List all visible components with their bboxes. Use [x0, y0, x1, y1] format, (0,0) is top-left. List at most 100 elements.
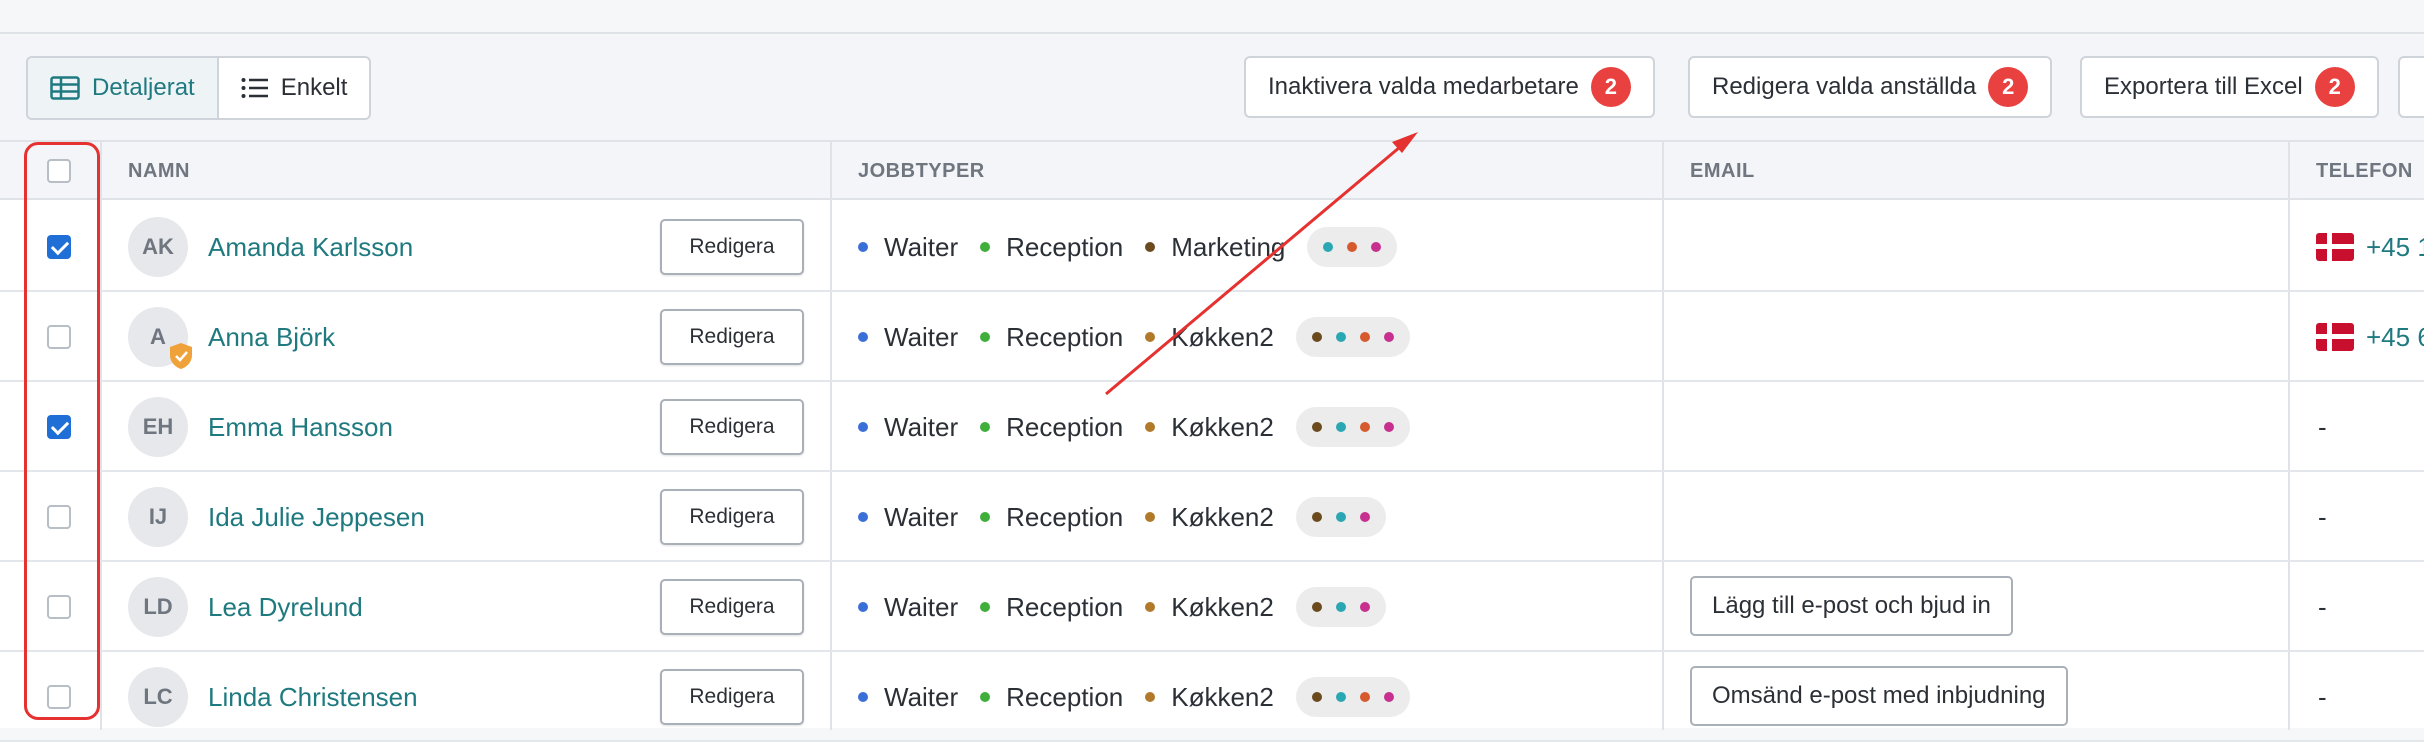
edit-employee-button[interactable]: Redigera [660, 309, 804, 365]
jobtype-dot [1335, 602, 1346, 612]
more-jobtypes-pill[interactable] [1295, 497, 1386, 537]
jobtypes-cell: Waiter Reception Marketing [858, 202, 1398, 292]
jobtypes-cell: Waiter Reception Køkken2 [858, 382, 1410, 472]
jobtype-label: Reception [1006, 591, 1124, 622]
employee-name-link[interactable]: Lea Dyrelund [208, 562, 363, 652]
employee-name-link[interactable]: Linda Christensen [208, 652, 418, 742]
jobtype-tag: Reception [980, 412, 1123, 443]
jobtype-dot [858, 332, 868, 342]
employee-table: NAMN JOBBTYPER EMAIL TELEFON AK Amanda Ka… [0, 140, 2424, 742]
jobtype-tag: Reception [980, 232, 1123, 263]
jobtype-tag: Køkken2 [1145, 592, 1274, 623]
jobtype-label: Reception [1006, 321, 1124, 352]
view-detailed-label: Detaljerat [92, 74, 195, 101]
jobtype-dot [1335, 692, 1346, 702]
avatar: AK [128, 217, 188, 277]
jobtype-dot [1145, 602, 1156, 612]
jobtype-dot [858, 242, 868, 252]
phone-empty: - [2318, 591, 2327, 622]
export-excel-label: Exportera till Excel [2104, 73, 2303, 100]
jobtype-dot [1311, 332, 1322, 342]
jobtype-label: Reception [1006, 411, 1124, 442]
phone-number: +45 6 [2366, 321, 2424, 352]
more-actions-button[interactable] [2398, 56, 2424, 118]
jobtype-dot [1359, 692, 1370, 702]
email-invite-button[interactable]: Omsänd e-post med inbjudning [1690, 666, 2068, 726]
jobtype-tag: Reception [980, 592, 1123, 623]
selected-count-badge: 2 [1590, 67, 1631, 107]
verified-shield-icon [170, 343, 192, 369]
column-header-jobtypes[interactable]: JOBBTYPER [858, 142, 985, 200]
table-row: A Anna Björk Redigera Waiter Reception Køkken… [0, 292, 2424, 382]
edit-employee-button[interactable]: Redigera [660, 579, 804, 635]
jobtype-dot [1311, 602, 1322, 612]
view-simple-button[interactable]: Enkelt [219, 58, 370, 118]
table-row: LC Linda Christensen Redigera Waiter Recepti… [0, 652, 2424, 742]
edit-selected-button[interactable]: Redigera valda anställda 2 [1688, 56, 2053, 118]
jobtype-dot [980, 692, 991, 702]
avatar: LD [128, 577, 188, 637]
edit-employee-button[interactable]: Redigera [660, 399, 804, 455]
avatar: EH [128, 397, 188, 457]
jobtype-tag: Waiter [858, 232, 958, 263]
table-row: EH Emma Hansson Redigera Waiter Reception Køk… [0, 382, 2424, 472]
jobtype-label: Køkken2 [1171, 321, 1274, 352]
jobtype-dot [858, 602, 868, 612]
jobtype-dot [980, 242, 991, 252]
avatar: LC [128, 667, 188, 727]
edit-employee-button[interactable]: Redigera [660, 219, 804, 275]
phone-link[interactable]: +45 6 [2316, 292, 2424, 382]
jobtype-dot [1145, 332, 1156, 342]
jobtype-label: Køkken2 [1171, 411, 1274, 442]
jobtype-dot [1347, 242, 1358, 252]
edit-selected-label: Redigera valda anställda [1712, 73, 1977, 100]
export-excel-button[interactable]: Exportera till Excel 2 [2080, 56, 2379, 118]
employee-name-link[interactable]: Anna Björk [208, 292, 335, 382]
column-header-phone[interactable]: TELEFON [2316, 142, 2413, 200]
view-simple-label: Enkelt [280, 74, 348, 101]
jobtypes-cell: Waiter Reception Køkken2 [858, 292, 1410, 382]
jobtypes-cell: Waiter Reception Køkken2 [858, 652, 1410, 742]
view-detailed-button[interactable]: Detaljerat [28, 58, 219, 118]
jobtype-dot [858, 422, 868, 432]
column-header-name[interactable]: NAMN [128, 142, 190, 200]
employee-name-link[interactable]: Emma Hansson [208, 382, 393, 472]
more-jobtypes-pill[interactable] [1307, 227, 1398, 267]
column-header-email[interactable]: EMAIL [1690, 142, 1755, 200]
checkbox-highlight-annotation [24, 142, 100, 720]
jobtype-tag: Reception [980, 502, 1123, 533]
table-header: NAMN JOBBTYPER EMAIL TELEFON [0, 142, 2424, 200]
jobtype-dot [1383, 422, 1394, 432]
more-jobtypes-pill[interactable] [1295, 677, 1410, 717]
jobtype-label: Køkken2 [1171, 681, 1274, 712]
jobtype-dot [980, 422, 991, 432]
employee-name-link[interactable]: Ida Julie Jeppesen [208, 472, 425, 562]
jobtype-tag: Reception [980, 322, 1123, 353]
more-jobtypes-pill[interactable] [1295, 587, 1386, 627]
phone-link[interactable]: +45 1 [2316, 202, 2424, 292]
edit-employee-button[interactable]: Redigera [660, 669, 804, 725]
more-jobtypes-pill[interactable] [1295, 317, 1410, 357]
table-icon [50, 76, 80, 100]
jobtype-label: Reception [1006, 681, 1124, 712]
jobtype-label: Reception [1006, 231, 1124, 262]
jobtype-dot [1383, 692, 1394, 702]
jobtype-dot [858, 512, 868, 522]
phone-empty: - [2318, 501, 2327, 532]
deactivate-selected-button[interactable]: Inaktivera valda medarbetare 2 [1244, 56, 1655, 118]
phone-number: +45 1 [2366, 231, 2424, 262]
jobtype-dot [1311, 692, 1322, 702]
jobtype-dot [1335, 422, 1346, 432]
jobtype-tag: Waiter [858, 412, 958, 443]
jobtype-label: Waiter [884, 321, 959, 352]
jobtype-label: Reception [1006, 501, 1124, 532]
jobtype-label: Waiter [884, 411, 959, 442]
edit-employee-button[interactable]: Redigera [660, 489, 804, 545]
jobtype-tag: Reception [980, 682, 1123, 713]
email-invite-button[interactable]: Lägg till e-post och bjud in [1690, 576, 2013, 636]
view-toggle: Detaljerat Enkelt [26, 56, 372, 120]
jobtype-dot [1359, 422, 1370, 432]
employee-name-link[interactable]: Amanda Karlsson [208, 202, 413, 292]
more-jobtypes-pill[interactable] [1295, 407, 1410, 447]
jobtype-dot [1323, 242, 1334, 252]
